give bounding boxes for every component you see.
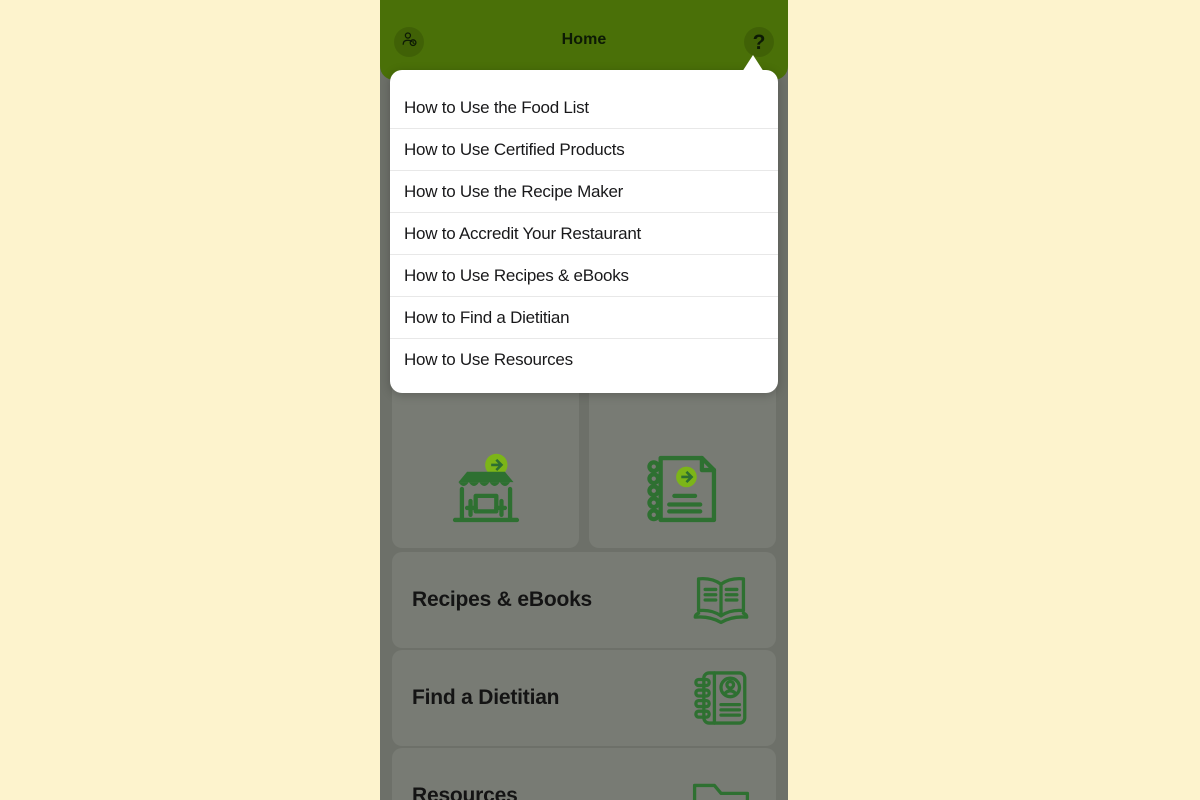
help-menu-item-resources[interactable]: How to Use Resources [390, 339, 778, 381]
help-menu-item-food-list[interactable]: How to Use the Food List [390, 87, 778, 129]
help-menu-item-recipes-ebooks[interactable]: How to Use Recipes & eBooks [390, 255, 778, 297]
help-menu-item-certified-products[interactable]: How to Use Certified Products [390, 129, 778, 171]
help-popup-caret-icon [742, 55, 764, 72]
tile-title: Recipes & eBooks [412, 588, 593, 611]
storefront-icon [443, 446, 529, 532]
question-mark-icon: ? [752, 30, 766, 54]
tile-resources[interactable]: Resources [392, 748, 776, 800]
account-person-icon [400, 30, 419, 54]
tile-find-dietitian[interactable]: Find a Dietitian [392, 650, 776, 746]
help-menu-item-find-dietitian[interactable]: How to Find a Dietitian [390, 297, 778, 339]
folder-icon [688, 763, 754, 800]
help-menu-popup[interactable]: How to Use the Food List How to Use Cert… [390, 70, 778, 393]
mobile-app-viewport: Accredit Your Restaurant Recipe Maker [380, 0, 788, 800]
tile-title: Find a Dietitian [412, 686, 560, 709]
help-button[interactable]: ? [744, 27, 774, 57]
page-title: Home [561, 31, 607, 48]
tile-title: Resources [412, 784, 518, 800]
open-book-icon [688, 567, 754, 633]
account-button[interactable] [394, 27, 424, 57]
app-header: Home ? [380, 0, 788, 80]
contact-book-icon [688, 665, 754, 731]
recipe-notebook-icon [640, 446, 726, 532]
help-menu-item-accredit-restaurant[interactable]: How to Accredit Your Restaurant [390, 213, 778, 255]
tile-recipes-ebooks[interactable]: Recipes & eBooks [392, 552, 776, 648]
help-menu-item-recipe-maker[interactable]: How to Use the Recipe Maker [390, 171, 778, 213]
